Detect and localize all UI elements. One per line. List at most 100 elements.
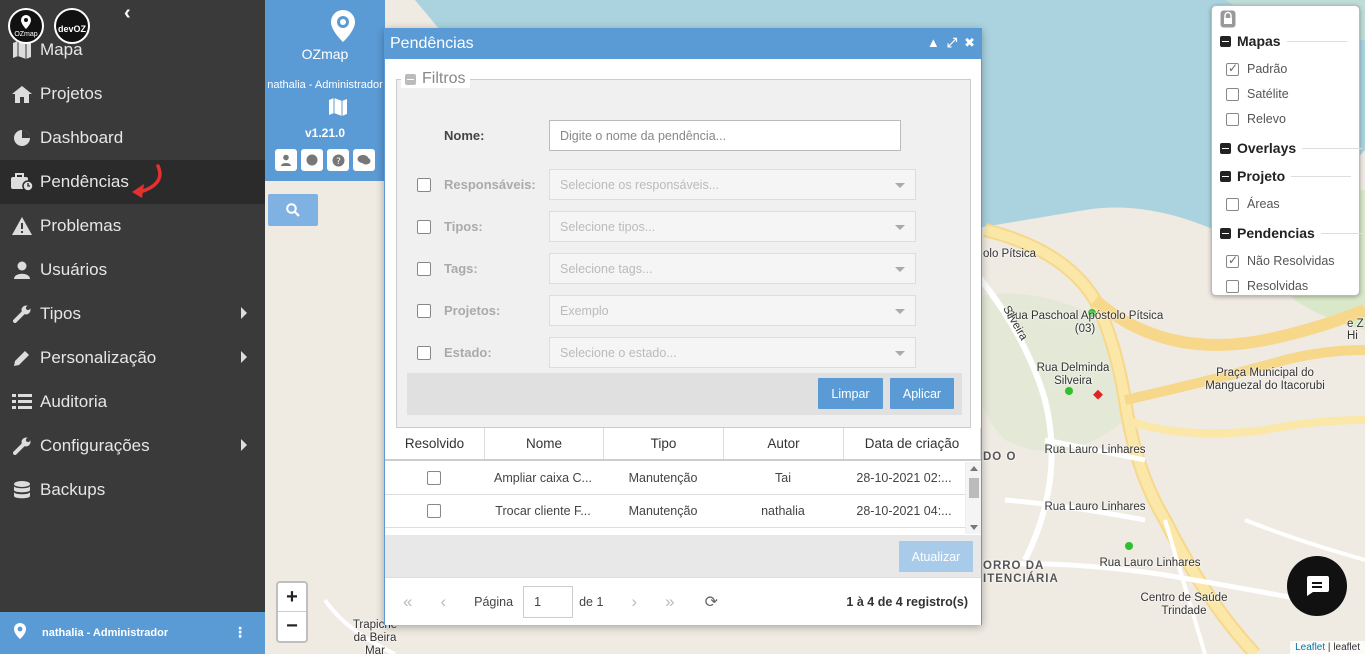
devoz-logo[interactable]: devOZ	[54, 8, 90, 44]
filter-enable-checkbox[interactable]	[417, 303, 431, 318]
last-page-icon[interactable]: »	[665, 592, 674, 612]
column-header[interactable]: Data de criação	[844, 428, 981, 459]
filter-select[interactable]: Exemplo	[549, 295, 916, 326]
sidebar-item-configuracoes[interactable]: Configurações	[0, 424, 265, 468]
sidebar-item-problemas[interactable]: Problemas	[0, 204, 265, 248]
scroll-thumb[interactable]	[969, 478, 979, 498]
name-filter-input[interactable]: Digite o nome da pendência...	[549, 120, 901, 151]
filter-select[interactable]: Selecione o estado...	[549, 337, 916, 368]
divider	[1302, 147, 1363, 149]
collapse-sidebar-icon[interactable]: ‹	[124, 2, 131, 25]
zoom-in-button[interactable]: +	[278, 583, 306, 612]
filter-actions-bar: Limpar Aplicar	[407, 373, 962, 415]
layer-group-mapas[interactable]: Mapas	[1220, 33, 1347, 49]
table-row[interactable]: Trocar cliente F... Manutenção nathalia 28-…	[385, 495, 965, 528]
filter-enable-checkbox[interactable]	[417, 219, 431, 234]
lock-icon[interactable]	[1220, 10, 1236, 28]
layer-option[interactable]: Relevo	[1226, 112, 1286, 126]
table-row[interactable]: Ampliar caixa C... Manutenção Tai 28-10-202…	[385, 462, 965, 495]
filter-enable-checkbox[interactable]	[417, 177, 431, 192]
name-filter-label: Nome:	[444, 128, 485, 143]
sidebar-item-backups[interactable]: Backups	[0, 468, 265, 512]
layer-group-pendencias[interactable]: Pendencias	[1220, 225, 1365, 241]
next-page-icon[interactable]: ›	[631, 592, 637, 612]
sidebar-user-footer[interactable]: nathalia - Administrador ⋮	[0, 612, 265, 654]
filter-enable-checkbox[interactable]	[417, 345, 431, 360]
filter-label: Responsáveis:	[444, 177, 536, 192]
layer-option[interactable]: Não Resolvidas	[1226, 253, 1335, 268]
layer-option[interactable]: Áreas	[1226, 197, 1280, 211]
column-header[interactable]: Resolvido	[385, 428, 485, 459]
sidebar-item-projetos[interactable]: Projetos	[0, 72, 265, 116]
filter-label: Estado:	[444, 345, 492, 360]
resolved-checkbox[interactable]	[427, 504, 441, 518]
checkbox[interactable]	[1226, 112, 1239, 126]
column-header[interactable]: Nome	[485, 428, 604, 459]
reload-icon[interactable]: ⟳	[705, 592, 718, 612]
clear-button[interactable]: Limpar	[818, 378, 883, 409]
chat-button[interactable]	[353, 149, 375, 171]
filter-select[interactable]: Selecione tipos...	[549, 211, 916, 242]
sidebar-item-label: Projetos	[40, 84, 103, 103]
checkbox[interactable]	[1226, 253, 1239, 268]
pagination: « ‹ Página 1 de 1 › » ⟳ 1 à 4 de 4 regis…	[385, 577, 981, 625]
profile-button[interactable]	[275, 149, 297, 171]
records-count: 1 à 4 de 4 registro(s)	[846, 594, 968, 609]
apply-button[interactable]: Aplicar	[890, 378, 954, 409]
collapse-dialog-icon[interactable]: ▲	[927, 35, 940, 51]
zoom-out-button[interactable]: −	[278, 612, 306, 641]
prev-page-icon[interactable]: ‹	[440, 592, 446, 612]
map-label-street: Rua Lauro Linhares	[1044, 501, 1146, 513]
sidebar-item-auditoria[interactable]: Auditoria	[0, 380, 265, 424]
layer-option[interactable]: Resolvidas	[1226, 279, 1308, 293]
checkbox[interactable]	[1226, 279, 1239, 293]
briefcase-clock-icon	[10, 172, 34, 192]
filter-select[interactable]: Selecione os responsáveis...	[549, 169, 916, 200]
user-icon	[10, 260, 34, 280]
layer-group-title: Projeto	[1237, 168, 1286, 184]
refresh-button[interactable]: Atualizar	[899, 541, 973, 572]
filters-legend[interactable]: Filtros	[401, 70, 470, 88]
panel-buttons: ?	[275, 149, 375, 171]
first-page-icon[interactable]: «	[403, 592, 412, 612]
layer-option[interactable]: Satélite	[1226, 87, 1289, 101]
close-icon[interactable]: ✖	[964, 35, 975, 51]
sidebar-item-tipos[interactable]: Tipos	[0, 292, 265, 336]
expand-dialog-icon[interactable]: ⤢	[947, 35, 957, 51]
layer-option-label: Resolvidas	[1247, 279, 1309, 293]
chat-widget-button[interactable]	[1287, 556, 1347, 616]
map-icon[interactable]	[328, 98, 348, 116]
checkbox[interactable]	[1226, 197, 1239, 211]
column-header[interactable]: Autor	[724, 428, 844, 459]
help-button[interactable]: ?	[327, 149, 349, 171]
date-cell: 28-10-2021 04:...	[856, 504, 952, 518]
globe-button[interactable]	[301, 149, 323, 171]
page-number-input[interactable]: 1	[523, 585, 574, 618]
map-search-button[interactable]	[268, 194, 318, 226]
scroll-up-icon[interactable]	[970, 466, 978, 471]
column-header[interactable]: Tipo	[604, 428, 724, 459]
panel-brand: OZmap	[301, 46, 349, 62]
resolved-checkbox[interactable]	[427, 471, 441, 485]
type-cell: Manutenção	[628, 471, 698, 485]
scroll-down-icon[interactable]	[970, 525, 978, 530]
ozmap-logo[interactable]: OZmap	[8, 8, 44, 44]
filter-enable-checkbox[interactable]	[417, 261, 431, 276]
checkbox[interactable]	[1226, 87, 1239, 101]
checkbox[interactable]	[1226, 61, 1239, 76]
sidebar-item-label: Problemas	[40, 216, 122, 235]
layer-group-overlays[interactable]: Overlays	[1220, 140, 1363, 156]
sidebar-item-dashboard[interactable]: Dashboard	[0, 116, 265, 160]
wrench-icon	[10, 436, 34, 456]
sidebar-item-usuarios[interactable]: Usuários	[0, 248, 265, 292]
sidebar-item-pendencias[interactable]: Pendências	[0, 160, 265, 204]
layer-group-projeto[interactable]: Projeto	[1220, 168, 1352, 184]
table-scrollbar[interactable]	[965, 462, 981, 534]
kebab-menu-icon[interactable]: ⋮	[233, 624, 247, 641]
filter-select[interactable]: Selecione tags...	[549, 253, 916, 284]
leaflet-link[interactable]: Leaflet	[1295, 642, 1325, 653]
layer-option[interactable]: Padrão	[1226, 61, 1287, 76]
minus-icon	[1220, 35, 1231, 47]
filter-label: Tags:	[444, 261, 478, 276]
sidebar-item-personalizacao[interactable]: Personalização	[0, 336, 265, 380]
